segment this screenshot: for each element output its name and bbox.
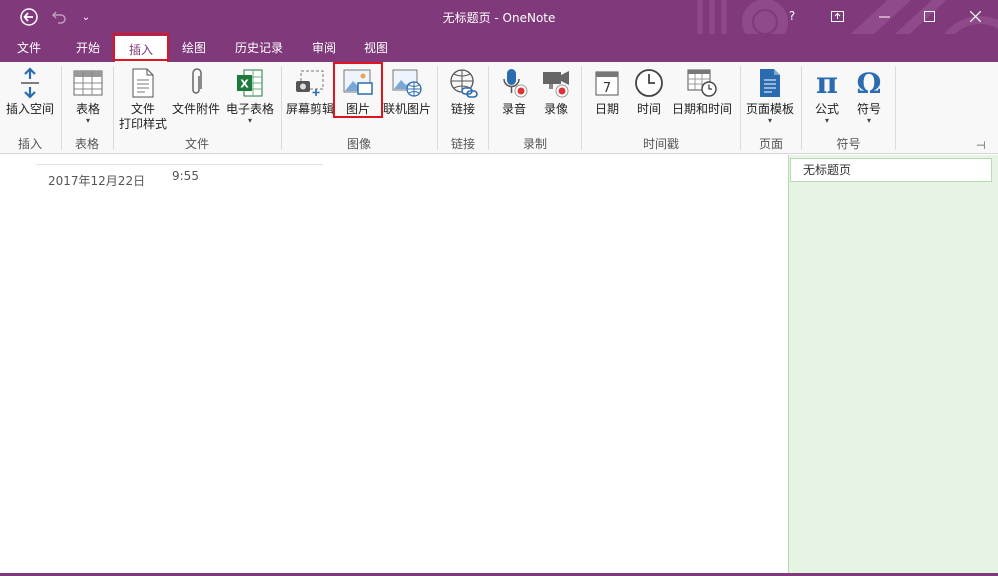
page-date: 2017年12月22日 <box>48 174 146 188</box>
pin-icon: ⊣ <box>976 139 986 152</box>
online-picture-label: 联机图片 <box>382 102 431 116</box>
date-label: 日期 <box>594 102 619 116</box>
clock-icon <box>633 66 665 100</box>
group-separator <box>895 66 896 150</box>
maximize-icon <box>923 10 935 22</box>
tab-history[interactable]: 历史记录 <box>224 34 294 60</box>
ribbon: 插入空间 表格 ▾ 文件 打印样式 文件附件 X 电子表格 ▾ 屏幕剪辑 图片 … <box>0 62 998 154</box>
page-time: 9:55 <box>172 169 199 183</box>
date-button[interactable]: 7 日期 <box>586 66 628 117</box>
screen-clipping-icon <box>294 66 326 100</box>
record-audio-label: 录音 <box>501 102 526 116</box>
table-label: 表格 <box>75 102 100 116</box>
omega-glyph: Ω <box>856 66 882 100</box>
online-picture-button[interactable]: 联机图片 <box>382 66 432 117</box>
note-page[interactable]: 2017年12月22日 9:55 <box>0 155 788 576</box>
ribbon-display-icon <box>830 10 844 22</box>
paperclip-icon <box>180 66 212 100</box>
insert-tab-highlight <box>113 33 169 61</box>
close-button[interactable] <box>960 5 990 27</box>
printout-icon <box>127 66 159 100</box>
table-button[interactable]: 表格 ▾ <box>66 66 110 125</box>
group-label-files: 文件 <box>184 137 209 151</box>
tab-file[interactable]: 文件 <box>4 34 54 60</box>
file-printout-label-line2: 打印样式 <box>118 117 167 131</box>
picture-button-highlight <box>333 62 383 118</box>
page-title-input[interactable] <box>36 164 323 165</box>
chevron-down-icon: ▾ <box>866 116 871 125</box>
record-video-label: 录像 <box>543 102 568 116</box>
file-printout-button[interactable]: 文件 打印样式 <box>116 66 170 132</box>
date-and-time-label: 日期和时间 <box>671 102 732 116</box>
tab-home[interactable]: 开始 <box>62 34 114 60</box>
time-label: 时间 <box>636 102 661 116</box>
title-bar: ⌄ 无标题页 - OneNote ? <box>0 0 998 34</box>
group-label-symbols: 符号 <box>836 137 861 151</box>
help-button[interactable]: ? <box>777 5 807 27</box>
chevron-down-icon: ▾ <box>247 116 252 125</box>
group-label-images: 图像 <box>346 137 371 151</box>
minimize-button[interactable] <box>869 5 899 27</box>
microphone-icon <box>498 66 530 100</box>
spreadsheet-button[interactable]: X 电子表格 ▾ <box>224 66 276 125</box>
online-picture-icon <box>391 66 423 100</box>
date-and-time-button[interactable]: 日期和时间 <box>670 66 734 117</box>
pi-icon: π <box>811 66 843 100</box>
screen-clipping-label: 屏幕剪辑 <box>285 102 334 116</box>
record-video-button[interactable]: 录像 <box>535 66 577 117</box>
video-camera-icon <box>540 66 572 100</box>
equation-button[interactable]: π 公式 ▾ <box>806 66 848 125</box>
calendar-icon: 7 <box>591 66 623 100</box>
chevron-down-icon: ▾ <box>824 116 829 125</box>
file-attachment-label: 文件附件 <box>171 102 220 116</box>
symbol-label: 符号 <box>856 102 881 116</box>
symbol-button[interactable]: Ω 符号 ▾ <box>848 66 890 125</box>
page-templates-label: 页面模板 <box>745 102 794 116</box>
time-button[interactable]: 时间 <box>628 66 670 117</box>
pin-ribbon-button[interactable]: ⊣ <box>976 139 986 152</box>
group-label-pages: 页面 <box>758 137 783 151</box>
page-list-pane: 无标题页 <box>788 155 998 576</box>
tab-view[interactable]: 视图 <box>354 34 398 60</box>
maximize-button[interactable] <box>914 5 944 27</box>
minimize-icon <box>878 16 890 17</box>
excel-letter: X <box>240 78 249 91</box>
link-icon <box>447 66 479 100</box>
link-label: 链接 <box>450 102 475 116</box>
link-button[interactable]: 链接 <box>442 66 484 117</box>
record-audio-button[interactable]: 录音 <box>493 66 535 117</box>
screen-clipping-button[interactable]: 屏幕剪辑 <box>284 66 336 117</box>
insert-space-icon <box>14 66 46 100</box>
insert-space-label: 插入空间 <box>5 102 54 116</box>
excel-icon: X <box>234 66 266 100</box>
table-icon <box>72 66 104 100</box>
group-label-insert: 插入 <box>17 137 42 151</box>
ribbon-display-options-button[interactable] <box>822 5 852 27</box>
chevron-down-icon: ▾ <box>767 116 772 125</box>
group-label-links: 链接 <box>450 137 475 151</box>
page-list-item[interactable]: 无标题页 <box>790 158 992 182</box>
group-label-timestamp: 时间戳 <box>642 137 679 151</box>
group-label-recording: 录制 <box>522 137 547 151</box>
close-icon <box>969 10 981 22</box>
calendar-clock-icon <box>686 66 718 100</box>
equation-label: 公式 <box>814 102 839 116</box>
pi-glyph: π <box>816 65 838 101</box>
omega-icon: Ω <box>853 66 885 100</box>
spreadsheet-label: 电子表格 <box>225 102 274 116</box>
file-attachment-button[interactable]: 文件附件 <box>170 66 222 117</box>
page-template-icon <box>754 66 786 100</box>
group-label-tables: 表格 <box>74 137 99 151</box>
insert-space-button[interactable]: 插入空间 <box>4 66 56 117</box>
page-templates-button[interactable]: 页面模板 ▾ <box>743 66 797 125</box>
chevron-down-icon: ▾ <box>85 116 90 125</box>
calendar-day-number: 7 <box>603 81 611 96</box>
file-printout-label-line1: 文件 <box>130 102 155 116</box>
tab-draw[interactable]: 绘图 <box>170 34 218 60</box>
tab-review[interactable]: 审阅 <box>302 34 346 60</box>
